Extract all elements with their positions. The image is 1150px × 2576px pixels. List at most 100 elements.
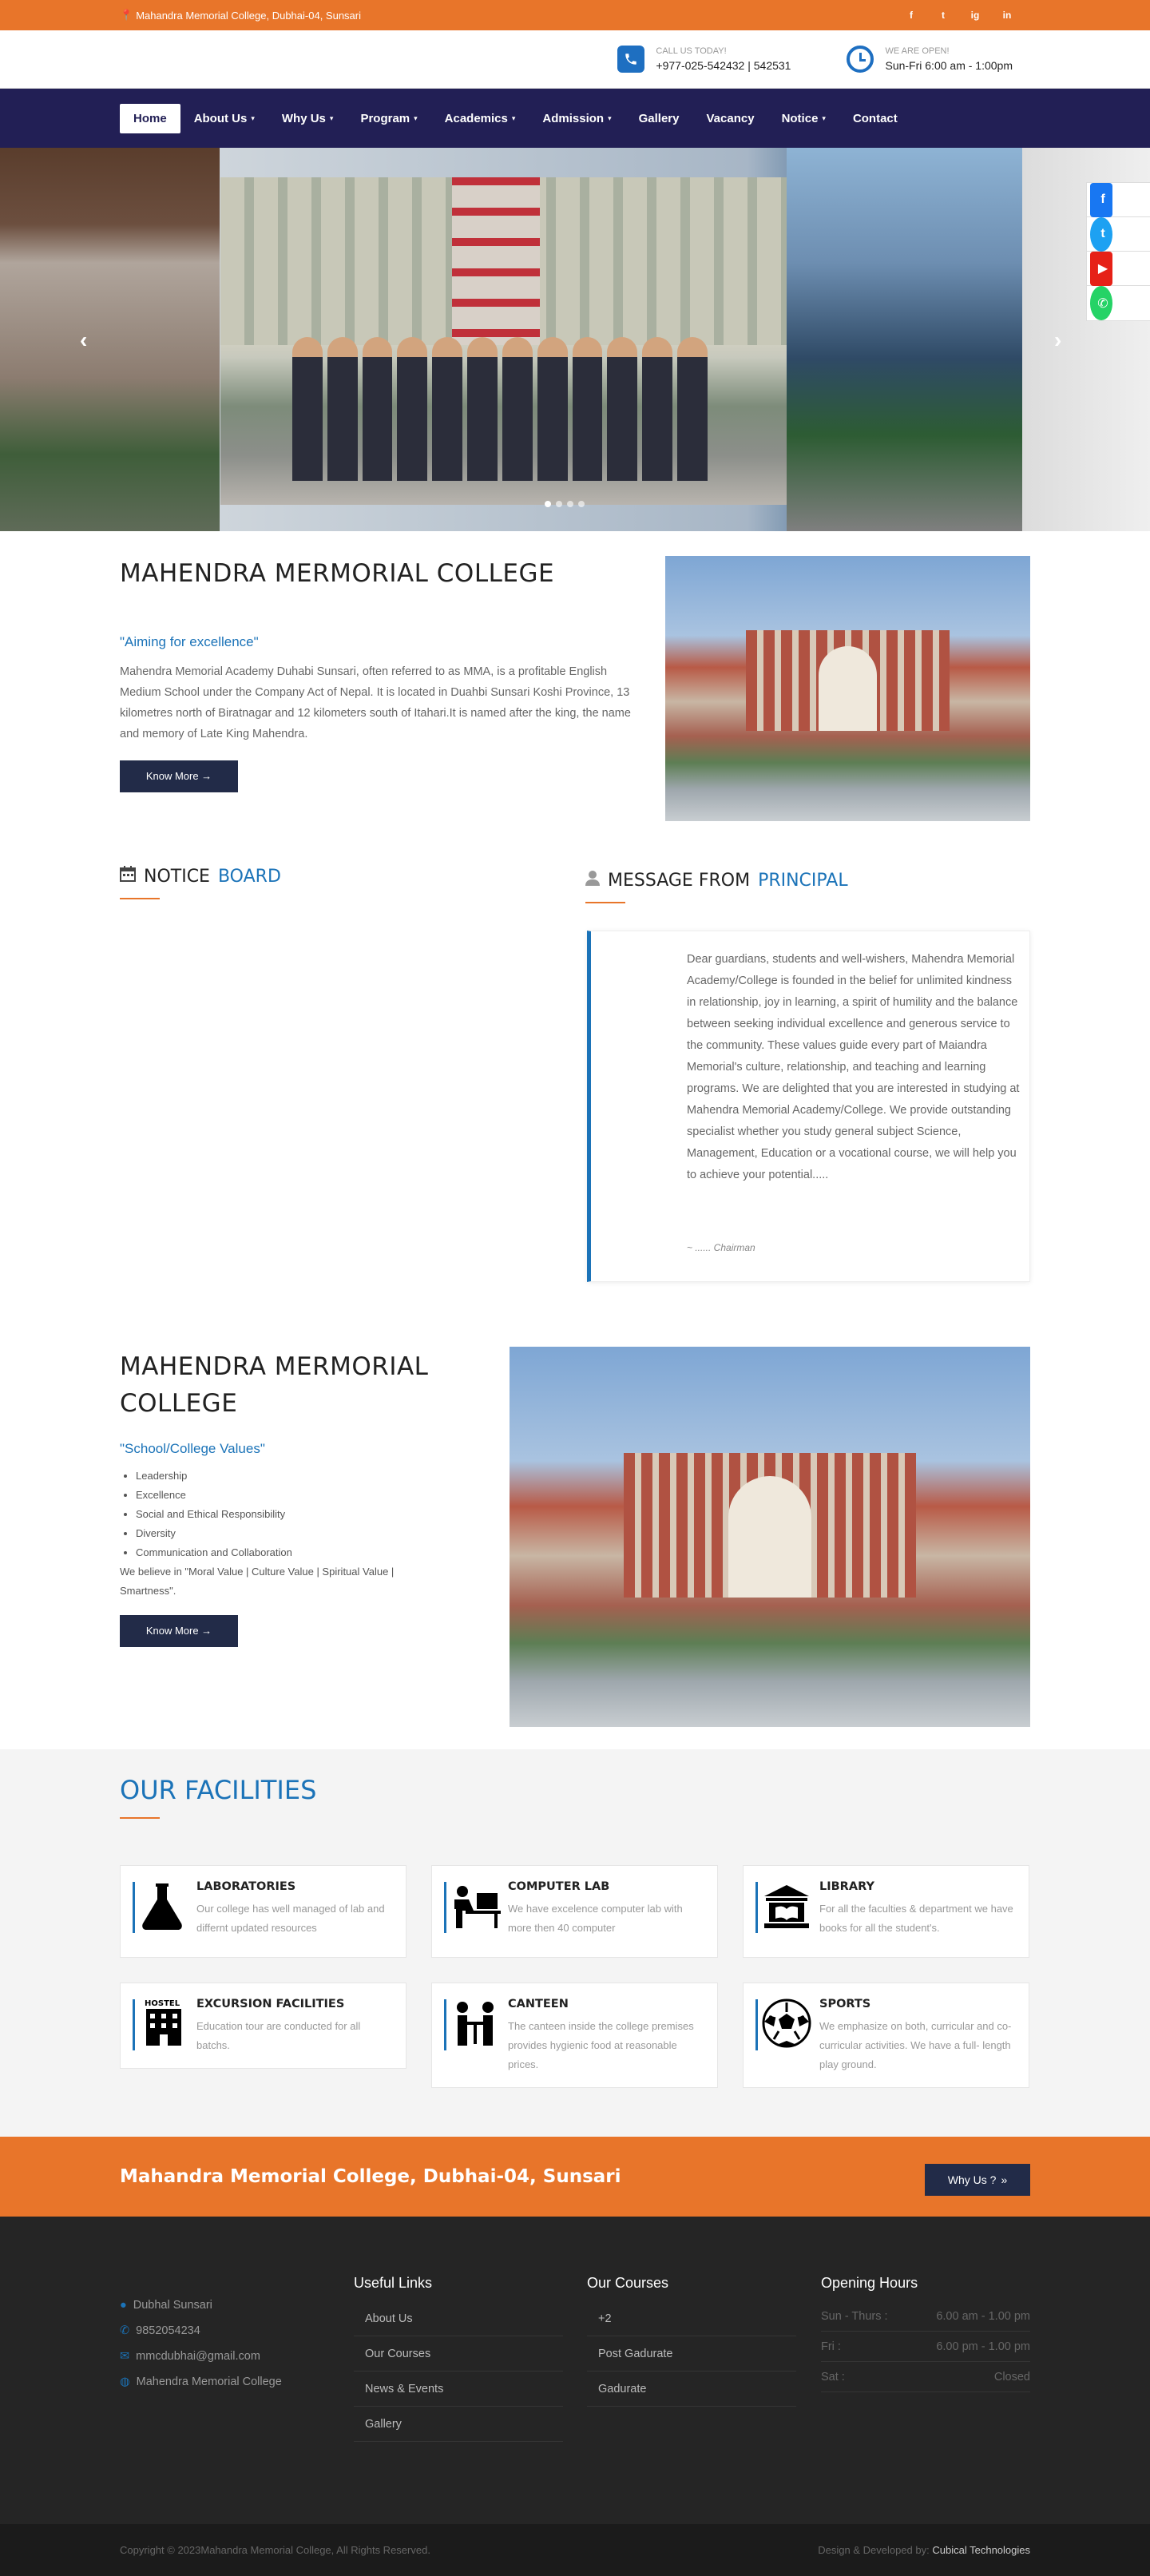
copyright-text: Copyright © 2023Mahandra Memorial Colleg… [120,2544,430,2556]
share-youtube[interactable]: ▶ [1087,251,1150,286]
slider-dot[interactable] [545,501,551,507]
values-list-item: Diversity [136,1524,439,1543]
facility-card: CANTEEN The canteen inside the college pr… [431,1983,718,2088]
hours-day: Fri : [821,2340,841,2353]
opening-hours-row: Fri : 6.00 pm - 1.00 pm [821,2332,1030,2362]
instagram-icon[interactable]: ig [968,10,982,21]
footer-link[interactable]: About Us [354,2301,563,2336]
hero-bg-right [787,148,1022,531]
footer-link[interactable]: News & Events [354,2372,563,2407]
contact-bar: CALL US TODAY! +977-025-542432 | 542531 … [0,30,1150,89]
slider-dot[interactable] [556,501,562,507]
card-accent [133,1882,135,1933]
nav-item-admission[interactable]: Admission ▾ [529,104,625,133]
footer-course-link[interactable]: Gadurate [587,2372,796,2407]
nav-item-why-us[interactable]: Why Us ▾ [268,104,347,133]
values-know-more-button[interactable]: Know More → [120,1615,238,1647]
hours-time: Closed [993,2371,1030,2383]
notice-title-b: BOARD [217,866,281,887]
footer-link[interactable]: Our Courses [354,2336,563,2372]
cta-banner: Mahandra Memorial College, Dubhai-04, Su… [0,2137,1150,2217]
slider-dot[interactable] [578,501,585,507]
copyright-bar: Copyright © 2023Mahandra Memorial Colleg… [0,2524,1150,2576]
facility-card: HOSTEL EXCURSION FACILITIES Education tour… [120,1983,406,2069]
share-twitter[interactable]: t [1087,216,1150,252]
nav-item-academics[interactable]: Academics ▾ [431,104,529,133]
about-building-photo [665,556,1030,821]
message-title-b: PRINCIPAL [758,870,848,891]
courses-title: Our Courses [587,2275,669,2291]
nav-item-label: Notice [781,111,819,125]
slider-dot[interactable] [567,501,573,507]
nav-item-contact[interactable]: Contact [839,104,911,133]
globe-icon: ◍ [120,2376,130,2388]
slider-prev-arrow[interactable]: ‹ [80,327,87,353]
developer-link[interactable]: Cubical Technologies [932,2544,1030,2556]
nav-item-about-us[interactable]: About Us ▾ [180,104,268,133]
values-title: MAHENDRA MERMORIAL COLLEGE [120,1352,429,1418]
canteen-icon [450,1998,498,2049]
map-pin-icon: ● [120,2299,127,2312]
opening-hours-title: Opening Hours [821,2275,918,2291]
nav-item-label: Admission [542,111,605,125]
nav-item-gallery[interactable]: Gallery [625,104,693,133]
call-label: CALL US TODAY! [656,46,727,56]
slider-dots [545,501,585,507]
nav-item-program[interactable]: Program ▾ [347,104,430,133]
developer-credit: Design & Developed by: Cubical Technolog… [818,2544,1030,2556]
hours-day: Sun - Thurs : [821,2310,888,2323]
facility-desc: We emphasize on both, curricular and co-… [819,2020,1012,2070]
nav-item-label: Academics [444,111,508,125]
share-facebook[interactable]: f [1087,182,1150,217]
about-section: MAHENDRA MERMORIAL COLLEGE "Aiming for e… [120,559,639,792]
calendar-icon [120,866,136,887]
footer-courses: Our Courses +2 Post Gadurate Gadurate [587,2275,796,2407]
nav-item-notice[interactable]: Notice ▾ [768,104,839,133]
hero-slider: ‹ › [0,148,1150,531]
facility-card: SPORTS We emphasize on both, curricular a… [743,1983,1029,2088]
footer-website[interactable]: Mahendra Memorial College [137,2369,282,2395]
values-list: LeadershipExcellenceSocial and Ethical R… [136,1467,439,1562]
facility-card: LABORATORIES Our college has well managed… [120,1865,406,1958]
footer-course-link[interactable]: +2 [587,2301,796,2336]
linkedin-icon[interactable]: in [1000,10,1014,21]
call-value: +977-025-542432 | 542531 [656,59,791,72]
about-know-more-button[interactable]: Know More → [120,760,238,792]
twitter-icon: t [1090,216,1112,252]
chevron-down-icon: ▾ [414,113,418,122]
values-list-item: Excellence [136,1486,439,1505]
footer-email[interactable]: mmcdubhai@gmail.com [136,2344,260,2369]
share-whatsapp[interactable]: ✆ [1087,286,1150,320]
footer-course-link[interactable]: Post Gadurate [587,2336,796,2372]
facility-card: LIBRARY For all the faculties & departmen… [743,1865,1029,1958]
about-title: MAHENDRA MERMORIAL COLLEGE [120,559,555,588]
soccer-ball-icon [761,1998,811,2049]
computer-desk-icon [450,1880,501,1931]
slider-next-arrow[interactable]: › [1054,327,1061,353]
twitter-icon[interactable]: t [936,10,950,21]
library-icon [761,1880,809,1931]
chevron-down-icon: ▾ [511,113,516,122]
nav-item-vacancy[interactable]: Vacancy [693,104,768,133]
footer-link[interactable]: Gallery [354,2407,563,2442]
nav-item-label: Contact [852,111,898,125]
hours-day: Sat : [821,2371,845,2383]
card-accent [444,1999,446,2050]
values-tagline: "School/College Values" [120,1441,265,1456]
chevron-down-icon: ▾ [822,113,826,122]
values-section: MAHENDRA MERMORIAL COLLEGE "School/Colle… [120,1348,439,1647]
card-accent [755,1882,758,1933]
footer-address: Dubhal Sunsari [133,2299,212,2312]
open-value: Sun-Fri 6:00 am - 1:00pm [885,59,1013,72]
facility-title: EXCURSION FACILITIES [196,1998,345,2010]
flask-icon [138,1880,186,1931]
values-list-item: Social and Ethical Responsibility [136,1505,439,1524]
why-us-button[interactable]: Why Us ? » [925,2164,1030,2196]
nav-item-home[interactable]: Home [120,103,180,133]
banner-title: Mahandra Memorial College, Dubhai-04, Su… [120,2166,621,2187]
notice-title-a: NOTICE [144,866,210,887]
whatsapp-icon: ✆ [1090,286,1112,320]
user-icon [585,870,600,891]
facebook-icon[interactable]: f [904,10,918,21]
top-bar: 📍 Mahandra Memorial College, Dubhai-04, … [0,0,1150,30]
